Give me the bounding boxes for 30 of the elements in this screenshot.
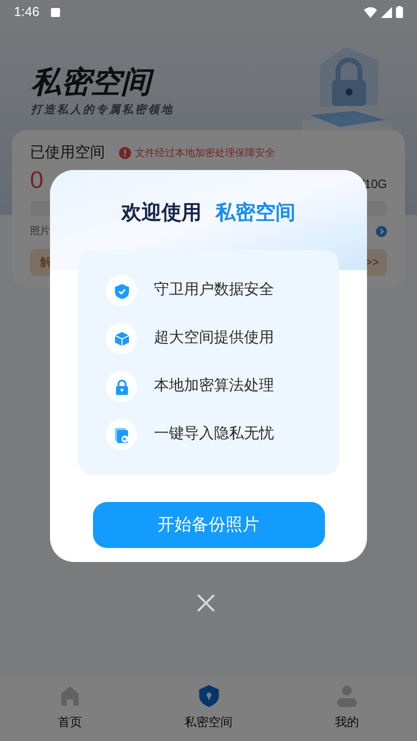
nav-tab[interactable]: 私密空间 <box>178 684 238 731</box>
shield-icon <box>198 684 220 707</box>
cube-icon <box>114 330 130 346</box>
close-icon[interactable] <box>195 592 217 614</box>
dialog-title-highlight: 私密空间 <box>216 200 296 226</box>
person-icon <box>336 684 358 707</box>
import-icon <box>114 426 130 442</box>
photo-caption: 照片 <box>30 224 50 238</box>
shield-check-icon <box>114 282 130 298</box>
nav-tab[interactable]: 我的 <box>317 684 377 731</box>
feature-text: 守卫用户数据安全 <box>154 280 274 300</box>
feature-text: 超大空间提供使用 <box>154 328 274 348</box>
battery-icon <box>396 6 403 18</box>
usage-percent: 0 <box>30 166 44 194</box>
home-icon <box>59 684 81 707</box>
warning-icon <box>119 147 131 160</box>
wifi-icon <box>364 6 377 18</box>
status-time: 1:46 <box>14 3 40 22</box>
usage-label: 已使用空间 <box>30 143 105 163</box>
page-title: 私密空间 <box>31 66 417 100</box>
lock-icon <box>114 378 130 394</box>
start-backup-button[interactable]: 开始备份照片 <box>92 502 324 548</box>
dialog-title: 欢迎使用 <box>122 200 202 226</box>
feature-text: 一键导入隐私无忧 <box>154 424 274 444</box>
nav-tab[interactable]: 首页 <box>40 684 100 731</box>
security-notice: 文件经过本地加密处理保障安全 <box>135 146 275 161</box>
chevron-icon[interactable] <box>376 226 387 236</box>
page-subtitle: 打造私人的专属私密领地 <box>31 102 175 118</box>
feature-text: 本地加密算法处理 <box>154 376 274 396</box>
signal-icon <box>381 6 392 18</box>
